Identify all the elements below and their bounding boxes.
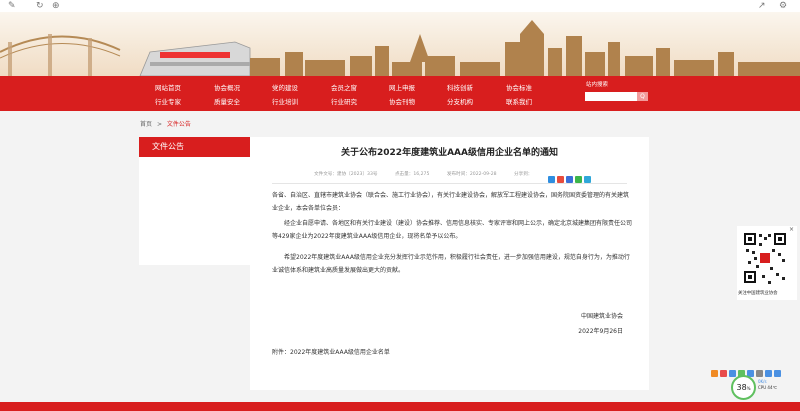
cpu-percent-unit: % <box>746 386 751 391</box>
share-qzone-icon[interactable] <box>566 176 573 183</box>
share-weibo-icon[interactable] <box>557 176 564 183</box>
qr-caption: 关注中国建筑业协会 <box>738 291 778 296</box>
nav-item-overview[interactable]: 协会概况 <box>214 82 240 92</box>
nav-item-contact[interactable]: 联系我们 <box>506 96 532 106</box>
view-count: 点击量：16,275 <box>394 172 430 177</box>
nav-item-members[interactable]: 会员之窗 <box>331 82 357 92</box>
tray-mail-icon[interactable] <box>720 370 727 377</box>
cpu-temp: CPU 44℃ <box>758 385 777 390</box>
nav-item-experts[interactable]: 行业专家 <box>155 96 181 106</box>
share-icon[interactable]: ↗ <box>758 0 766 12</box>
nav-item-quality[interactable]: 质量安全 <box>214 96 240 106</box>
speed-info: 0K/s CPU 44℃ <box>758 379 777 391</box>
nav-item-branches[interactable]: 分支机构 <box>447 96 473 106</box>
footer-bar <box>0 402 800 411</box>
nav-item-party[interactable]: 党的建设 <box>272 82 298 92</box>
breadcrumb: 首页 > 文件公告 <box>140 119 191 128</box>
paragraph-body-2: 希望2022年度建筑业AAA级信用企业充分发挥行业示范作用，积极履行社会责任，进… <box>272 254 630 274</box>
nav-item-research[interactable]: 行业研究 <box>331 96 357 106</box>
nav-item-home[interactable]: 网站首页 <box>155 82 181 92</box>
doc-number: 文件文号：建协〔2023〕33号 <box>314 172 378 177</box>
paragraph-salutation: 各省、自治区、直辖市建筑业协会（联合会、施工行业协会），有关行业建设协会，解放军… <box>272 192 630 212</box>
nav-item-training[interactable]: 行业培训 <box>272 96 298 106</box>
skyline-illustration <box>0 20 800 76</box>
tray-icons <box>711 362 800 377</box>
attachment-link[interactable]: 附件：2022年度建筑业AAA级信用企业名单 <box>272 346 632 359</box>
search-label: 站内搜索 <box>586 82 609 88</box>
share-wechat-icon[interactable] <box>575 176 582 183</box>
paragraph-body-1: 经企业自愿申请、各地区和有关行业建设（建设）协会推荐、信用信息核实、专家评审和网… <box>272 220 633 240</box>
nav-item-standards[interactable]: 协会标准 <box>506 82 532 92</box>
nav-item-online-apply[interactable]: 网上申报 <box>389 82 415 92</box>
breadcrumb-separator: > <box>156 121 162 128</box>
breadcrumb-home[interactable]: 首页 <box>140 121 152 128</box>
cpu-percent: 38 <box>736 383 747 392</box>
article-meta: 文件文号：建协〔2023〕33号 点击量：16,275 发布时间：2022-09… <box>314 171 548 177</box>
article-title: 关于公布2022年度建筑业AAA级信用企业名单的通知 <box>341 148 558 158</box>
main-nav: 网站首页 协会概况 党的建设 会员之窗 网上申报 科技创新 协会标准 行业专家 … <box>0 76 800 111</box>
tray-settings-icon[interactable] <box>774 370 781 377</box>
search-input[interactable] <box>585 92 637 101</box>
search-button[interactable]: Q <box>637 92 648 101</box>
breadcrumb-current[interactable]: 文件公告 <box>167 121 191 128</box>
nav-item-innovation[interactable]: 科技创新 <box>447 82 473 92</box>
cpu-usage-widget[interactable]: 38% <box>731 375 756 400</box>
signature-date: 2022年9月26日 <box>578 328 623 335</box>
tray-app-icon[interactable] <box>711 370 718 377</box>
refresh-icon[interactable]: ↻ <box>36 0 44 12</box>
publish-date: 发布时间：2022-09-28 <box>446 172 497 177</box>
close-icon[interactable]: × <box>789 226 794 233</box>
divider <box>272 183 627 184</box>
pencil-icon[interactable]: ✎ <box>8 0 16 12</box>
tray-shield-icon[interactable] <box>765 370 772 377</box>
share-buttons <box>548 168 593 183</box>
settings-icon[interactable]: ⚙ <box>779 0 787 12</box>
share-qq-icon[interactable] <box>584 176 591 183</box>
tray-keyboard-icon[interactable] <box>756 370 763 377</box>
share-label: 分享到： <box>514 172 533 177</box>
tray-chat-icon[interactable] <box>729 370 736 377</box>
article-panel: 关于公布2022年度建筑业AAA级信用企业名单的通知 文件文号：建协〔2023〕… <box>250 137 649 390</box>
signature-org: 中国建筑业协会 <box>580 313 623 320</box>
share-plus-icon[interactable] <box>548 176 555 183</box>
nav-item-publications[interactable]: 协会刊物 <box>389 96 415 106</box>
header-banner <box>0 12 800 76</box>
qr-panel: × 关注中国建筑业协会 <box>737 226 797 300</box>
browser-toolbar: ✎ ↻ ⊕ ↗ ⚙ <box>0 0 800 12</box>
qr-code <box>742 231 788 287</box>
globe-icon[interactable]: ⊕ <box>52 0 60 12</box>
